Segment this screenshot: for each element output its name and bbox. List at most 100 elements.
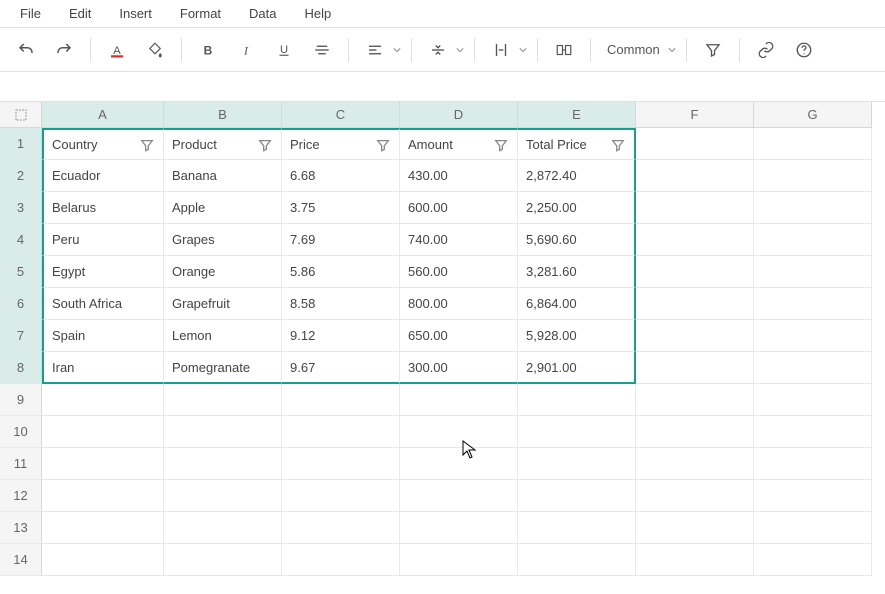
cell-D14[interactable] bbox=[400, 544, 518, 576]
number-format-button[interactable]: Common bbox=[599, 42, 668, 57]
cell-A8[interactable]: Iran bbox=[42, 352, 164, 384]
cell-B7[interactable]: Lemon bbox=[164, 320, 282, 352]
column-header-F[interactable]: F bbox=[636, 102, 754, 128]
cell-D3[interactable]: 600.00 bbox=[400, 192, 518, 224]
cell-C2[interactable]: 6.68 bbox=[282, 160, 400, 192]
wrap-text-button[interactable] bbox=[483, 34, 519, 66]
cell-D8[interactable]: 300.00 bbox=[400, 352, 518, 384]
cell-C3[interactable]: 3.75 bbox=[282, 192, 400, 224]
cell-B5[interactable]: Orange bbox=[164, 256, 282, 288]
cell-A14[interactable] bbox=[42, 544, 164, 576]
cell-D9[interactable] bbox=[400, 384, 518, 416]
cell-B11[interactable] bbox=[164, 448, 282, 480]
cell-B12[interactable] bbox=[164, 480, 282, 512]
cell-G11[interactable] bbox=[754, 448, 872, 480]
cell-C8[interactable]: 9.67 bbox=[282, 352, 400, 384]
cell-E11[interactable] bbox=[518, 448, 636, 480]
cell-F7[interactable] bbox=[636, 320, 754, 352]
cell-B9[interactable] bbox=[164, 384, 282, 416]
cell-D1[interactable]: Amount bbox=[400, 128, 518, 160]
column-header-D[interactable]: D bbox=[400, 102, 518, 128]
cell-A1[interactable]: Country bbox=[42, 128, 164, 160]
cell-E14[interactable] bbox=[518, 544, 636, 576]
cell-E7[interactable]: 5,928.00 bbox=[518, 320, 636, 352]
horizontal-align-button[interactable] bbox=[357, 34, 393, 66]
cell-C10[interactable] bbox=[282, 416, 400, 448]
menu-data[interactable]: Data bbox=[237, 2, 288, 25]
filter-button[interactable] bbox=[695, 34, 731, 66]
cell-B2[interactable]: Banana bbox=[164, 160, 282, 192]
cell-E4[interactable]: 5,690.60 bbox=[518, 224, 636, 256]
undo-button[interactable] bbox=[8, 34, 44, 66]
number-format-dropdown[interactable] bbox=[668, 34, 678, 66]
cell-F2[interactable] bbox=[636, 160, 754, 192]
cell-D7[interactable]: 650.00 bbox=[400, 320, 518, 352]
cell-C6[interactable]: 8.58 bbox=[282, 288, 400, 320]
column-header-G[interactable]: G bbox=[754, 102, 872, 128]
cell-B4[interactable]: Grapes bbox=[164, 224, 282, 256]
filter-icon[interactable] bbox=[139, 137, 155, 153]
cell-A3[interactable]: Belarus bbox=[42, 192, 164, 224]
row-header-13[interactable]: 13 bbox=[0, 512, 42, 544]
filter-icon[interactable] bbox=[257, 137, 273, 153]
cell-A7[interactable]: Spain bbox=[42, 320, 164, 352]
column-header-E[interactable]: E bbox=[518, 102, 636, 128]
cell-C12[interactable] bbox=[282, 480, 400, 512]
underline-button[interactable]: U bbox=[266, 34, 302, 66]
cell-A10[interactable] bbox=[42, 416, 164, 448]
cell-G10[interactable] bbox=[754, 416, 872, 448]
cell-G4[interactable] bbox=[754, 224, 872, 256]
cell-C11[interactable] bbox=[282, 448, 400, 480]
cell-C4[interactable]: 7.69 bbox=[282, 224, 400, 256]
cell-B10[interactable] bbox=[164, 416, 282, 448]
cell-F14[interactable] bbox=[636, 544, 754, 576]
cell-G12[interactable] bbox=[754, 480, 872, 512]
cell-G8[interactable] bbox=[754, 352, 872, 384]
cell-E9[interactable] bbox=[518, 384, 636, 416]
cell-F4[interactable] bbox=[636, 224, 754, 256]
cell-D10[interactable] bbox=[400, 416, 518, 448]
cell-F3[interactable] bbox=[636, 192, 754, 224]
italic-button[interactable]: I bbox=[228, 34, 264, 66]
redo-button[interactable] bbox=[46, 34, 82, 66]
cell-A4[interactable]: Peru bbox=[42, 224, 164, 256]
select-all-corner[interactable] bbox=[0, 102, 42, 128]
cell-A11[interactable] bbox=[42, 448, 164, 480]
cell-B1[interactable]: Product bbox=[164, 128, 282, 160]
cell-C14[interactable] bbox=[282, 544, 400, 576]
menu-file[interactable]: File bbox=[8, 2, 53, 25]
cell-D11[interactable] bbox=[400, 448, 518, 480]
row-header-9[interactable]: 9 bbox=[0, 384, 42, 416]
cell-F1[interactable] bbox=[636, 128, 754, 160]
row-header-4[interactable]: 4 bbox=[0, 224, 42, 256]
cell-C7[interactable]: 9.12 bbox=[282, 320, 400, 352]
cell-G6[interactable] bbox=[754, 288, 872, 320]
menu-insert[interactable]: Insert bbox=[107, 2, 164, 25]
vertical-align-button[interactable] bbox=[420, 34, 456, 66]
row-header-14[interactable]: 14 bbox=[0, 544, 42, 576]
vertical-align-dropdown[interactable] bbox=[456, 34, 466, 66]
horizontal-align-dropdown[interactable] bbox=[393, 34, 403, 66]
cell-E6[interactable]: 6,864.00 bbox=[518, 288, 636, 320]
merge-cells-button[interactable] bbox=[546, 34, 582, 66]
cell-C5[interactable]: 5.86 bbox=[282, 256, 400, 288]
cell-G7[interactable] bbox=[754, 320, 872, 352]
filter-icon[interactable] bbox=[375, 137, 391, 153]
font-color-button[interactable]: A bbox=[99, 34, 135, 66]
fill-color-button[interactable] bbox=[137, 34, 173, 66]
row-header-5[interactable]: 5 bbox=[0, 256, 42, 288]
filter-icon[interactable] bbox=[610, 137, 626, 153]
row-header-11[interactable]: 11 bbox=[0, 448, 42, 480]
cell-G5[interactable] bbox=[754, 256, 872, 288]
cell-C9[interactable] bbox=[282, 384, 400, 416]
cell-D13[interactable] bbox=[400, 512, 518, 544]
strikethrough-button[interactable] bbox=[304, 34, 340, 66]
cell-D2[interactable]: 430.00 bbox=[400, 160, 518, 192]
cell-F6[interactable] bbox=[636, 288, 754, 320]
cell-E2[interactable]: 2,872.40 bbox=[518, 160, 636, 192]
cell-A2[interactable]: Ecuador bbox=[42, 160, 164, 192]
cell-E5[interactable]: 3,281.60 bbox=[518, 256, 636, 288]
cell-D4[interactable]: 740.00 bbox=[400, 224, 518, 256]
row-header-8[interactable]: 8 bbox=[0, 352, 42, 384]
cell-E10[interactable] bbox=[518, 416, 636, 448]
